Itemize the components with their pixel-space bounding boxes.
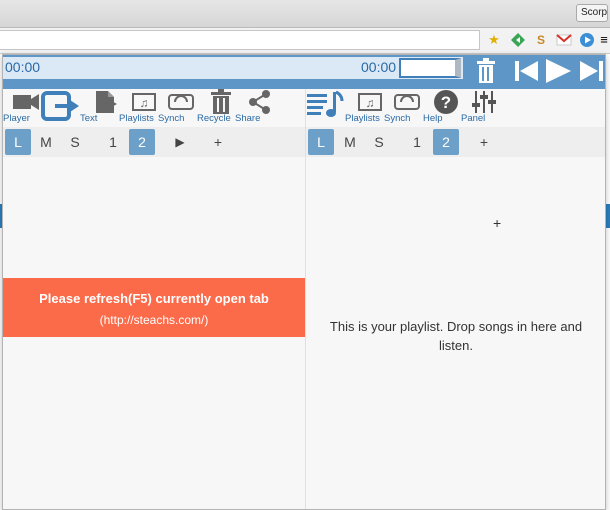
tab-1[interactable]: 1	[100, 129, 126, 155]
notice-line-2: (http://steachs.com/)	[99, 313, 209, 327]
tab-m[interactable]: M	[337, 129, 363, 155]
page-background-right	[606, 54, 610, 510]
tool-label-help: Help	[423, 113, 443, 124]
tab-2[interactable]: 2	[433, 129, 459, 155]
tool-label-text: Text	[80, 113, 98, 124]
play-extension-icon[interactable]	[579, 32, 595, 48]
tool-label-player: Player	[3, 113, 30, 124]
browser-toolbar: ★ S ≡	[0, 28, 610, 54]
tool-label-playlists: Playlists	[345, 113, 380, 124]
player-bar: 00:00 00:00	[3, 55, 605, 89]
volume-slider[interactable]	[399, 58, 461, 78]
tool-label-playlists: Playlists	[119, 113, 154, 124]
play-icon[interactable]	[543, 57, 573, 85]
menu-icon[interactable]: ≡	[598, 32, 610, 48]
tool-label-synch: Synch	[158, 113, 185, 124]
tab-play[interactable]: ▶	[167, 129, 193, 155]
exit-icon[interactable]	[41, 89, 81, 121]
playlist-empty-message: This is your playlist. Drop songs in her…	[329, 319, 583, 353]
svg-text:♫: ♫	[366, 96, 375, 110]
extension-s-icon[interactable]: S	[533, 32, 549, 48]
music-player-popup: 00:00 00:00 ♫ Player Text Playlists Sync…	[2, 54, 606, 510]
refresh-notice: Please refresh(F5) currently open tab (h…	[3, 278, 305, 337]
svg-text:♫: ♫	[140, 96, 149, 110]
svg-text:?: ?	[441, 93, 451, 112]
tab-l[interactable]: L	[5, 129, 31, 155]
tool-label-share: Share	[235, 113, 261, 124]
tool-label-panel: Panel	[461, 113, 486, 124]
tab-add[interactable]: +	[205, 129, 231, 155]
browser-tabstrip: Scorpi	[0, 0, 610, 28]
tool-label-synch: Synch	[384, 113, 411, 124]
tab-1[interactable]: 1	[404, 129, 430, 155]
address-bar[interactable]	[0, 30, 480, 50]
time-current: 00:00	[5, 59, 41, 75]
right-tabs: L M S 1 2 +	[306, 129, 605, 155]
trash-icon[interactable]	[473, 57, 499, 85]
tab-s[interactable]: S	[366, 129, 392, 155]
previous-icon[interactable]	[513, 57, 541, 85]
page-accent	[606, 204, 610, 228]
star-icon[interactable]: ★	[486, 32, 502, 48]
time-total: 00:00	[361, 59, 397, 75]
tab-add[interactable]: +	[471, 129, 497, 155]
tool-label-recycle: Recycle	[197, 113, 231, 124]
music-list-icon[interactable]	[305, 89, 345, 121]
gmail-icon[interactable]	[556, 32, 572, 48]
crosshair-cursor: +	[493, 215, 502, 231]
browser-tab[interactable]: Scorpi	[576, 4, 608, 22]
tab-m[interactable]: M	[33, 129, 59, 155]
tab-s[interactable]: S	[62, 129, 88, 155]
notice-line-1: Please refresh(F5) currently open tab	[39, 291, 269, 306]
tab-l[interactable]: L	[308, 129, 334, 155]
tab-2[interactable]: 2	[129, 129, 155, 155]
extension-green-icon[interactable]	[510, 32, 526, 48]
next-icon[interactable]	[577, 57, 605, 85]
left-tabs: L M S 1 2 ▶ +	[3, 129, 305, 155]
